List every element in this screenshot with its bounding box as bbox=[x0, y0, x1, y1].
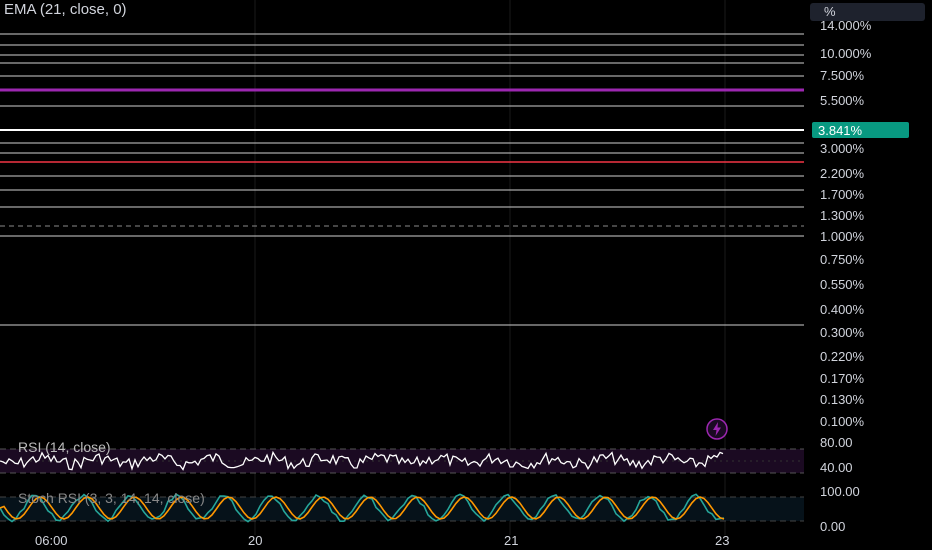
stoch-tick: 100.00 bbox=[820, 484, 860, 499]
rsi-label: RSI (14, close) bbox=[18, 439, 111, 455]
axis-tick: 0.220% bbox=[820, 349, 865, 364]
axis-tick: 3.000% bbox=[820, 141, 865, 156]
axis-tick: 0.550% bbox=[820, 277, 865, 292]
time-label: 20 bbox=[248, 533, 262, 548]
lightning-icon[interactable] bbox=[705, 417, 729, 441]
axis-tick: 1.700% bbox=[820, 187, 865, 202]
axis-tick: 0.400% bbox=[820, 302, 865, 317]
indicator-label[interactable]: EMA (21, close, 0) bbox=[4, 1, 127, 18]
stoch-tick: 0.00 bbox=[820, 519, 845, 534]
current-price-tag: 3.841% bbox=[818, 123, 863, 138]
axis-tick: 0.130% bbox=[820, 392, 865, 407]
time-axis[interactable]: 06:00 20 21 23 bbox=[35, 533, 729, 548]
rsi-tick: 40.00 bbox=[820, 460, 853, 475]
time-label: 21 bbox=[504, 533, 518, 548]
price-axis[interactable]: 14.000% 10.000% 7.500% 5.500% 3.000% 2.2… bbox=[820, 18, 872, 429]
chart-area[interactable]: 3.841% 14.000% 10.000% 7.500% 5.500% 3.0… bbox=[0, 0, 932, 550]
rsi-tick: 80.00 bbox=[820, 435, 853, 450]
axis-unit-button[interactable]: % bbox=[810, 3, 925, 21]
axis-tick: 0.100% bbox=[820, 414, 865, 429]
axis-tick: 0.300% bbox=[820, 325, 865, 340]
chart-canvas[interactable]: 3.841% 14.000% 10.000% 7.500% 5.500% 3.0… bbox=[0, 0, 932, 550]
axis-tick: 0.750% bbox=[820, 252, 865, 267]
axis-tick: 7.500% bbox=[820, 68, 865, 83]
axis-tick: 10.000% bbox=[820, 46, 872, 61]
time-label: 23 bbox=[715, 533, 729, 548]
price-levels bbox=[0, 33, 804, 326]
axis-tick: 0.170% bbox=[820, 371, 865, 386]
time-label: 06:00 bbox=[35, 533, 68, 548]
axis-tick: 1.000% bbox=[820, 229, 865, 244]
axis-tick: 5.500% bbox=[820, 93, 865, 108]
stoch-label: Stoch RSI (3, 3, 14, 14, close) bbox=[18, 490, 205, 506]
axis-tick: 1.300% bbox=[820, 208, 865, 223]
axis-tick: 2.200% bbox=[820, 166, 865, 181]
stoch-rsi-pane[interactable]: Stoch RSI (3, 3, 14, 14, close) 100.00 0… bbox=[0, 484, 860, 534]
